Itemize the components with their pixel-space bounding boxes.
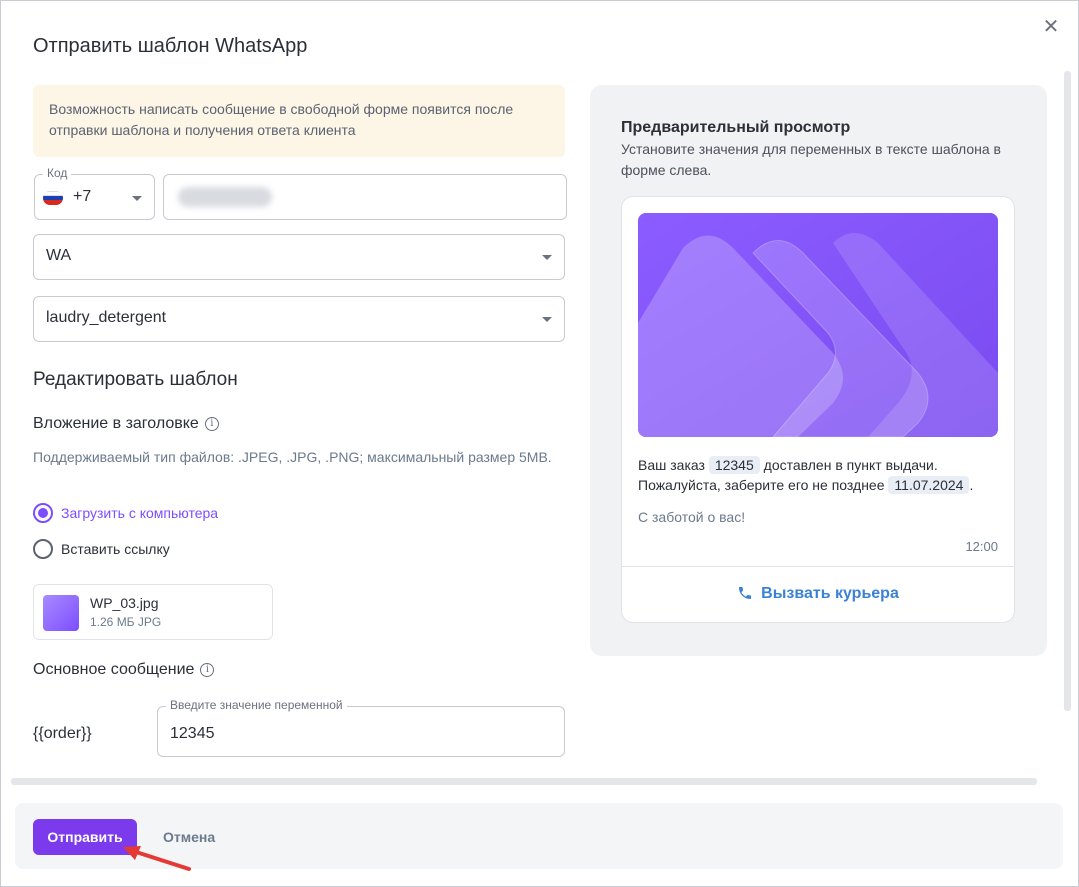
info-icon[interactable]: i — [204, 416, 219, 431]
channel-value: WA — [46, 247, 72, 264]
radio-upload-label[interactable]: Загрузить с компьютера — [61, 505, 218, 521]
template-select[interactable]: laudry_detergent — [33, 296, 565, 342]
code-value: +7 — [73, 188, 92, 205]
message-time: 12:00 — [965, 539, 998, 554]
chevron-down-icon — [542, 317, 552, 322]
message-text: Ваш заказ 12345 доставлен в пункт выдачи… — [638, 456, 974, 494]
radio-upload-from-computer[interactable] — [33, 503, 53, 523]
body-heading: Основное сообщение i — [33, 661, 215, 679]
variable-legend: Введите значение переменной — [166, 698, 347, 712]
variable-name: {{order}} — [33, 725, 92, 742]
order-variable-chip: 12345 — [708, 456, 760, 474]
edit-template-heading: Редактировать шаблон — [33, 369, 238, 390]
attachment-heading: Вложение в заголовке i — [33, 415, 219, 433]
vertical-scrollbar[interactable] — [1064, 71, 1071, 711]
close-icon[interactable]: ✕ — [1041, 17, 1061, 37]
phone-number-input[interactable] — [163, 174, 567, 220]
template-value: laudry_detergent — [46, 309, 167, 326]
message-signature: С заботой о вас! — [638, 509, 746, 525]
radio-link-label[interactable]: Вставить ссылку — [61, 541, 170, 557]
blurred-phone-number — [178, 187, 272, 207]
country-code-select[interactable]: Код +7 — [34, 166, 155, 220]
file-meta: 1.26 МБ JPG — [90, 615, 162, 629]
variable-value: 12345 — [170, 725, 215, 742]
file-name: WP_03.jpg — [90, 595, 159, 611]
chevron-down-icon — [542, 255, 552, 260]
preview-title: Предварительный просмотр — [621, 119, 851, 136]
dialog-title: Отправить шаблон WhatsApp — [33, 35, 308, 57]
phone-icon — [739, 587, 752, 599]
annotation-arrow-icon — [123, 846, 191, 871]
attached-file[interactable]: WP_03.jpg 1.26 МБ JPG — [33, 584, 273, 640]
message-preview-card: Ваш заказ 12345 доставлен в пункт выдачи… — [621, 196, 1015, 623]
send-template-dialog: Отправить шаблон WhatsApp ✕ Возможность … — [0, 0, 1079, 887]
image-thumbnail — [43, 595, 79, 631]
preview-subtitle: Установите значения для переменных в тек… — [621, 141, 1001, 178]
channel-select[interactable]: WA — [33, 234, 565, 280]
attachment-hint: Поддерживаемый тип файлов: .JPEG, .JPG, … — [33, 449, 552, 465]
code-legend: Код — [43, 166, 72, 180]
info-notice: Возможность написать сообщение в свободн… — [33, 85, 565, 157]
russia-flag-icon — [43, 191, 63, 205]
variable-value-input[interactable]: Введите значение переменной 12345 — [157, 698, 565, 757]
divider — [622, 566, 1014, 567]
horizontal-scrollbar[interactable] — [11, 778, 1037, 785]
call-courier-button[interactable]: Вызвать курьера — [622, 585, 1014, 603]
header-image — [638, 213, 998, 437]
date-variable-chip: 11.07.2024 — [888, 476, 970, 494]
chevron-down-icon — [132, 196, 142, 201]
radio-insert-link[interactable] — [33, 539, 53, 559]
info-icon[interactable]: i — [200, 662, 215, 677]
preview-panel: Предварительный просмотр Установите знач… — [590, 85, 1047, 656]
